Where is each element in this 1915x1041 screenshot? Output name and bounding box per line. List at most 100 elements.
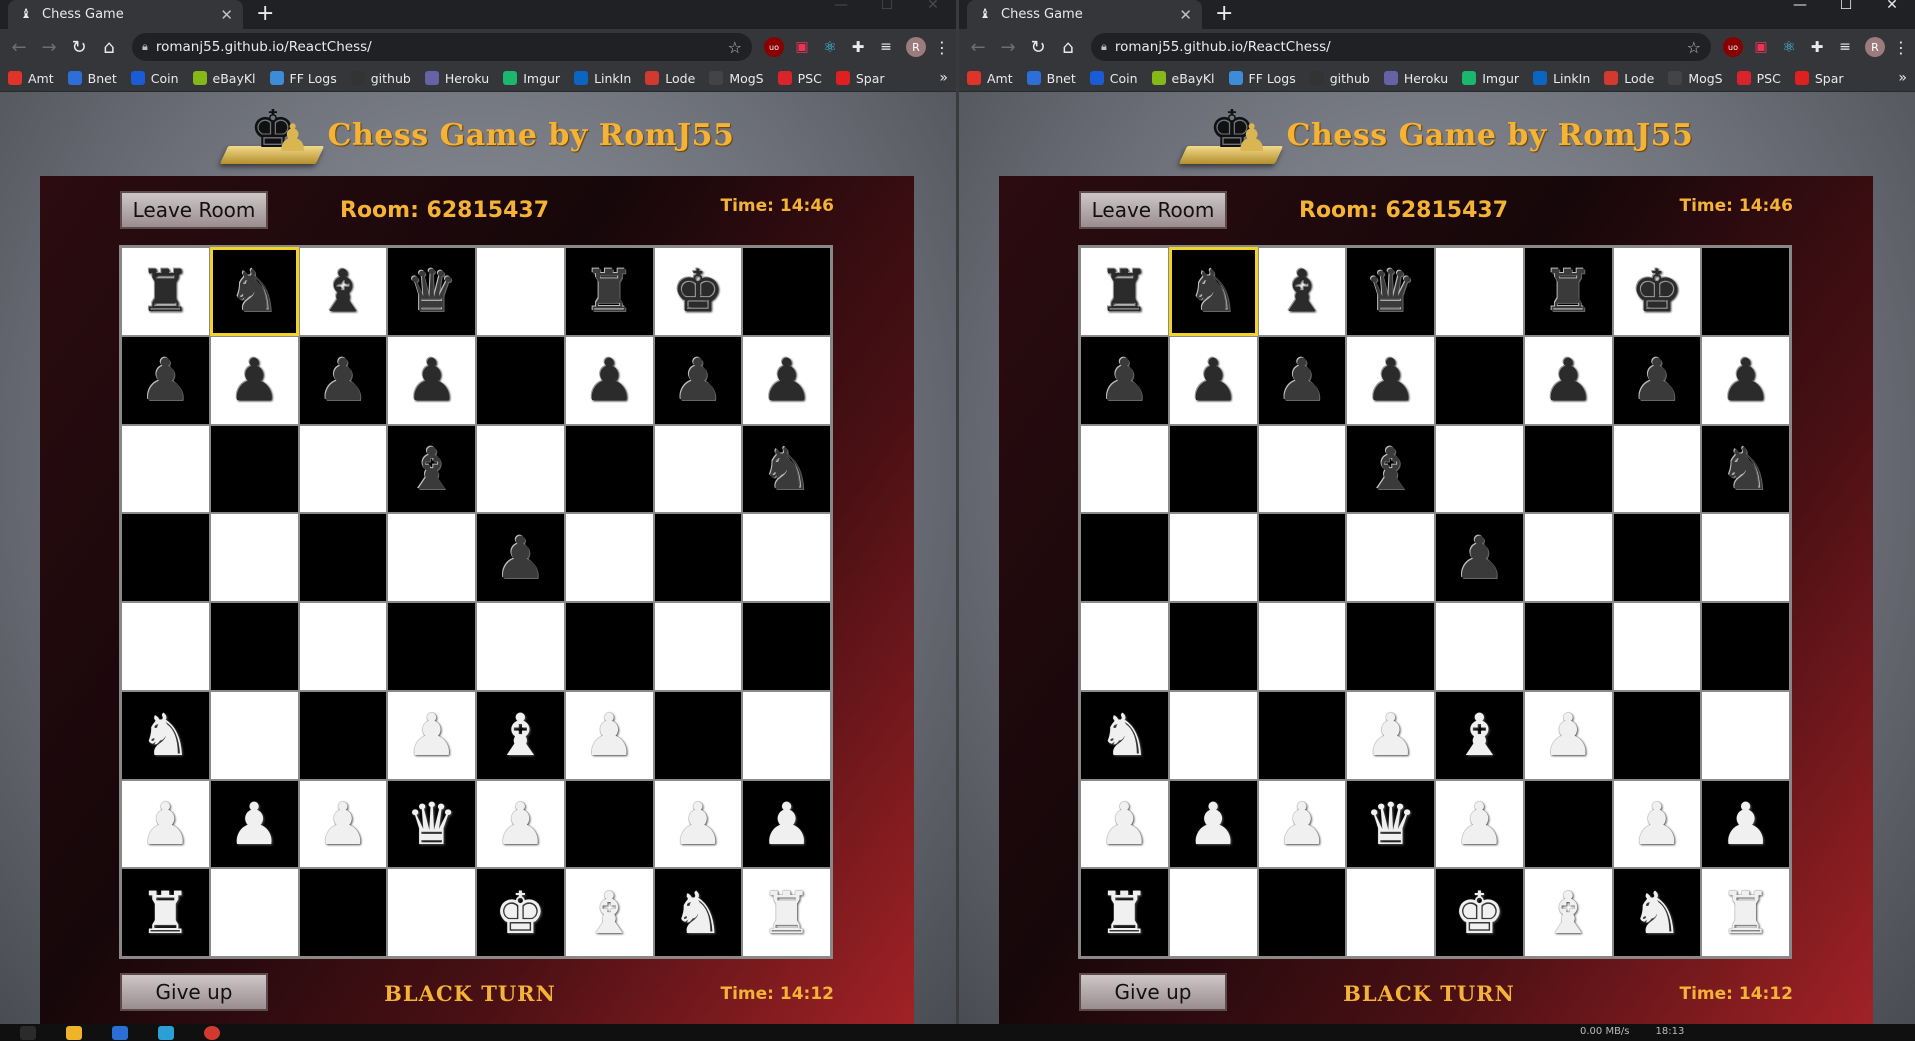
- bookmark-mogs[interactable]: MogS: [1668, 71, 1723, 86]
- board-square[interactable]: [476, 602, 565, 691]
- board-square[interactable]: [1612, 513, 1702, 602]
- board-square[interactable]: ♟: [121, 335, 210, 425]
- board-square[interactable]: ♜: [1080, 868, 1169, 957]
- board-square[interactable]: ♟: [1435, 779, 1524, 869]
- white-pawn-piece[interactable]: ♟: [317, 795, 369, 853]
- extension-red-icon[interactable]: ▣: [792, 37, 812, 57]
- board-square[interactable]: [209, 868, 299, 957]
- board-square[interactable]: [1257, 424, 1347, 514]
- board-square[interactable]: ♟: [298, 779, 388, 869]
- board-square[interactable]: ♜: [121, 868, 210, 957]
- bookmark-amt[interactable]: Amt: [8, 71, 54, 86]
- black-bishop-piece[interactable]: ♝: [1365, 440, 1417, 498]
- bookmark-coin[interactable]: Coin: [1089, 71, 1138, 86]
- bookmark-coin[interactable]: Coin: [130, 71, 179, 86]
- extension-red-icon[interactable]: ▣: [1751, 37, 1771, 57]
- profile-avatar[interactable]: R: [1865, 37, 1885, 57]
- black-king-piece[interactable]: ♚: [672, 262, 724, 320]
- white-bishop-piece[interactable]: ♝: [1453, 706, 1505, 764]
- board-square[interactable]: [298, 424, 388, 514]
- board-square[interactable]: [1701, 247, 1790, 336]
- bookmark-linkin[interactable]: LinkIn: [1533, 71, 1590, 86]
- leave-room-button[interactable]: Leave Room: [120, 191, 268, 229]
- minimize-icon[interactable]: —: [1777, 0, 1823, 29]
- ublock-icon[interactable]: uo: [764, 37, 784, 57]
- board-square[interactable]: [1612, 424, 1702, 514]
- white-rook-piece[interactable]: ♜: [139, 884, 191, 942]
- board-square[interactable]: ♟: [1435, 513, 1524, 602]
- board-square[interactable]: ♟: [1080, 335, 1169, 425]
- forward-icon[interactable]: →: [995, 37, 1021, 58]
- black-pawn-piece[interactable]: ♟: [228, 351, 280, 409]
- explorer-icon[interactable]: [66, 1026, 82, 1040]
- address-bar[interactable]: 🔒︎ romanj55.github.io/ReactChess/ ☆: [1091, 33, 1711, 61]
- board-square[interactable]: [387, 513, 476, 602]
- black-pawn-piece[interactable]: ♟: [317, 351, 369, 409]
- board-square[interactable]: [653, 690, 743, 780]
- lock-icon[interactable]: 🔒︎: [1101, 40, 1107, 54]
- board-square[interactable]: ♟: [1168, 779, 1258, 869]
- new-tab-icon[interactable]: +: [256, 2, 274, 26]
- board-square[interactable]: [121, 602, 210, 691]
- board-square[interactable]: ♝: [1435, 690, 1524, 780]
- bookmark-mogs[interactable]: MogS: [709, 71, 764, 86]
- board-square[interactable]: ♟: [742, 779, 831, 869]
- board-square[interactable]: [387, 602, 476, 691]
- board-square[interactable]: ♟: [1612, 779, 1702, 869]
- white-rook-piece[interactable]: ♜: [1720, 884, 1772, 942]
- board-square[interactable]: [1612, 690, 1702, 780]
- board-square[interactable]: [742, 247, 831, 336]
- black-pawn-piece[interactable]: ♟: [1542, 351, 1594, 409]
- close-window-icon[interactable]: ✕: [1869, 0, 1915, 29]
- black-pawn-piece[interactable]: ♟: [1098, 351, 1150, 409]
- board-square[interactable]: ♞: [742, 424, 831, 514]
- board-square[interactable]: [209, 424, 299, 514]
- white-pawn-piece[interactable]: ♟: [494, 795, 546, 853]
- board-square[interactable]: ♟: [387, 335, 476, 425]
- close-window-icon[interactable]: ✕: [910, 0, 956, 29]
- black-knight-piece[interactable]: ♞: [1720, 440, 1772, 498]
- board-square[interactable]: [1346, 868, 1435, 957]
- bookmark-ebaykl[interactable]: eBayKl: [192, 71, 256, 86]
- board-square[interactable]: ♝: [1523, 868, 1613, 957]
- extensions-puzzle-icon[interactable]: ✚: [848, 37, 868, 57]
- board-square[interactable]: ♚: [1612, 247, 1702, 336]
- board-square[interactable]: ♟: [1701, 779, 1790, 869]
- home-icon[interactable]: ⌂: [1055, 37, 1081, 58]
- board-square[interactable]: [298, 690, 388, 780]
- reload-icon[interactable]: ↻: [1025, 37, 1051, 58]
- board-square[interactable]: [209, 602, 299, 691]
- board-square[interactable]: [121, 424, 210, 514]
- board-square[interactable]: [298, 602, 388, 691]
- board-square[interactable]: ♟: [1346, 690, 1435, 780]
- react-devtools-icon[interactable]: ⚛: [820, 37, 840, 57]
- black-pawn-piece[interactable]: ♟: [672, 351, 724, 409]
- board-square[interactable]: ♟: [742, 335, 831, 425]
- white-pawn-piece[interactable]: ♟: [139, 795, 191, 853]
- bookmark-imgur[interactable]: Imgur: [1462, 71, 1519, 86]
- board-square[interactable]: [564, 779, 654, 869]
- black-king-piece[interactable]: ♚: [1631, 262, 1683, 320]
- bookmark-psc[interactable]: PSC: [1736, 71, 1781, 86]
- board-square[interactable]: ♟: [1612, 335, 1702, 425]
- black-knight-piece[interactable]: ♞: [1187, 262, 1239, 320]
- board-square[interactable]: ♜: [564, 247, 654, 336]
- tab-chess-game[interactable]: ♝ Chess Game ✕: [8, 0, 243, 29]
- board-square[interactable]: ♜: [1523, 247, 1613, 336]
- board-square[interactable]: ♝: [387, 424, 476, 514]
- board-square[interactable]: ♞: [1701, 424, 1790, 514]
- white-bishop-piece[interactable]: ♝: [494, 706, 546, 764]
- board-square[interactable]: [1523, 779, 1613, 869]
- board-square[interactable]: ♚: [476, 868, 565, 957]
- board-square[interactable]: [742, 690, 831, 780]
- white-queen-piece[interactable]: ♛: [406, 795, 458, 853]
- board-square[interactable]: ♟: [121, 779, 210, 869]
- board-square[interactable]: ♟: [1701, 335, 1790, 425]
- white-pawn-piece[interactable]: ♟: [1542, 706, 1594, 764]
- bookmark-ff-logs[interactable]: FF Logs: [269, 71, 337, 86]
- white-king-piece[interactable]: ♚: [494, 884, 546, 942]
- board-square[interactable]: [1523, 424, 1613, 514]
- board-square[interactable]: [1257, 690, 1347, 780]
- board-square[interactable]: ♛: [1346, 247, 1435, 336]
- board-square[interactable]: ♛: [387, 779, 476, 869]
